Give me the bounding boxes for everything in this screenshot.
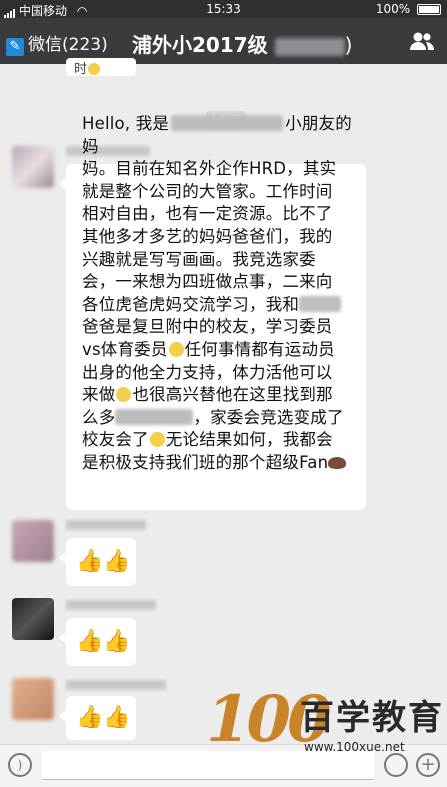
thumbs-up-emoji: 👍👍 [76, 549, 131, 574]
chat-title: 浦外小2017级 ) [132, 33, 353, 57]
previous-fragment-text: 时 [74, 62, 88, 77]
money-emoji-icon [116, 387, 132, 403]
line-11: 出身的他全力支持，体力活他可以 [82, 362, 333, 382]
battery-percent: 100% [375, 2, 411, 16]
line-4: 相对自由，也有一定资源。比不了 [82, 204, 333, 224]
line-14b: 无论结果如何，我都会 [165, 430, 333, 450]
avatar[interactable] [12, 520, 54, 562]
thumbs-up-emoji: 👍👍 [76, 629, 131, 654]
thumbs-up-emoji: 👍👍 [76, 705, 131, 730]
back-label: 微信(223) [28, 35, 108, 55]
line-10a: vs体育委员 [82, 339, 168, 359]
smile-emoji-icon [88, 63, 101, 75]
chat-header: ✎ 微信(223) 浦外小2017级 ) [0, 18, 447, 64]
line-13a: 么多 [82, 407, 116, 427]
status-bar: 中国移动 ◠ 15:33 100% [0, 0, 447, 19]
watermark-url: www.100xue.net [304, 740, 405, 754]
redacted-name [171, 115, 284, 131]
previous-message-fragment: 时 [66, 58, 136, 77]
sender-name-redacted [66, 680, 166, 690]
redacted-name [299, 295, 342, 312]
heart-emoji-icon [328, 456, 347, 469]
avatar[interactable] [12, 598, 54, 640]
avatar[interactable] [12, 678, 54, 720]
line-7: 会，一来想为四班做点事，二来向 [82, 272, 333, 292]
line-1a: Hello, 我是 [82, 114, 170, 133]
grin-emoji-icon [168, 341, 184, 357]
sender-name-redacted [66, 600, 156, 610]
line-2: 妈。目前在知名外企作HRD，其实 [82, 159, 337, 179]
back-button[interactable]: ✎ 微信(223) [6, 30, 108, 56]
battery: 100% [376, 2, 441, 16]
sender-name-redacted [66, 520, 146, 530]
line-10b: 任何事情都有运动员 [184, 339, 335, 359]
avatar[interactable] [12, 146, 54, 188]
watermark-logo: 100 百学教育 www.100xue.net [206, 678, 444, 778]
chat-title-text: 浦外小2017级 [132, 33, 268, 57]
redacted-name [115, 408, 194, 425]
message-text: Hello, 我是 小朋友的妈 妈。目前在知名外企作HRD，其实 就是整个公司的大… [82, 113, 360, 475]
line-8a: 各位虎爸虎妈交流学习，我和 [82, 294, 300, 314]
line-12b: 也很高兴替他在这里找到那 [132, 385, 333, 405]
title-redaction [274, 37, 345, 56]
line-3: 就是整个公司的大管家。工作时间 [82, 181, 333, 201]
line-15: 是积极支持我们班的那个超级Fan [82, 452, 329, 472]
battery-icon [417, 4, 441, 15]
line-6: 兴趣就是写写画画。我竞选家委 [82, 249, 316, 269]
line-14a: 校友会了 [82, 430, 149, 450]
group-info-icon[interactable] [409, 30, 435, 52]
line-12a: 来做 [82, 385, 116, 405]
line-9: 爸爸是复旦附中的校友，学习委员 [82, 317, 333, 337]
line-13b: ，家委会竞选变成了 [193, 407, 344, 427]
line-5: 其他多才多艺的妈妈爸爸们，我的 [82, 226, 333, 246]
watermark-chinese: 百学教育 [300, 698, 444, 738]
grin-emoji-icon [149, 432, 165, 448]
wrench-icon: ✎ [6, 38, 24, 56]
voice-button[interactable]: ) [8, 753, 32, 777]
